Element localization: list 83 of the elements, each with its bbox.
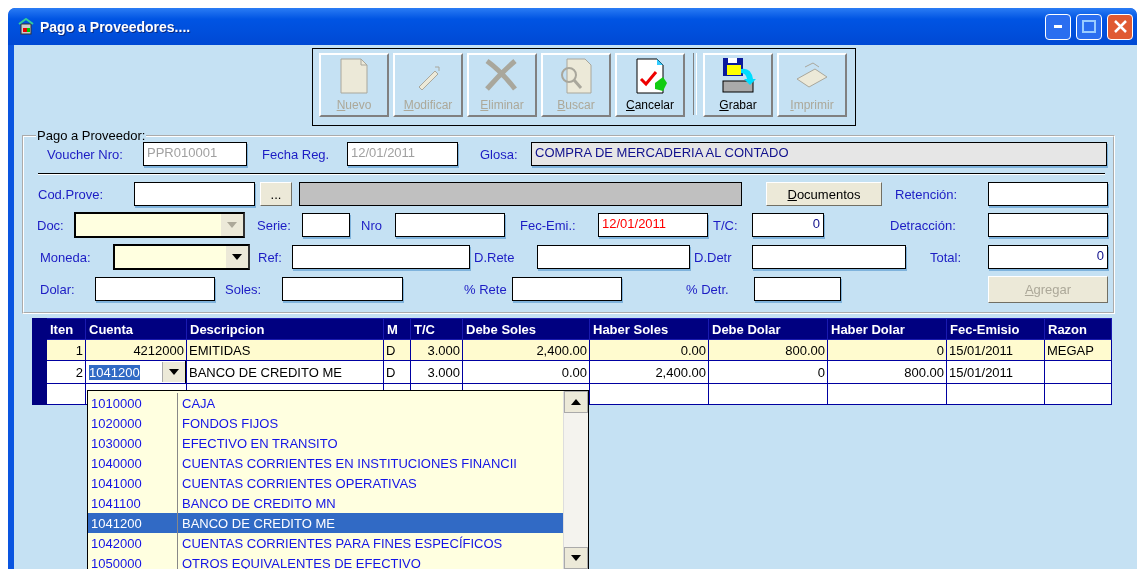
input-field[interactable] xyxy=(395,213,505,237)
dropdown-field[interactable] xyxy=(113,244,250,270)
input-field[interactable] xyxy=(302,213,350,237)
field-label: Total: xyxy=(930,249,963,265)
toolbar-button[interactable]: Cancelar xyxy=(615,53,685,117)
field-label: Fec-Emi.: xyxy=(520,217,577,233)
column-header[interactable]: M xyxy=(383,318,411,340)
caret-icon xyxy=(232,254,242,260)
close-icon xyxy=(1113,20,1127,33)
field-label: Ref: xyxy=(258,249,283,265)
column-header[interactable]: T/C xyxy=(410,318,463,340)
app-icon xyxy=(18,18,34,35)
field-label: Glosa: xyxy=(480,146,519,162)
table-cell: 0.00 xyxy=(462,360,590,384)
field-label: Cod.Prove: xyxy=(38,186,105,202)
list-item[interactable]: 1042000 CUENTAS CORRIENTES PARA FINES ESPECÍFICOS xyxy=(88,533,563,553)
column-header[interactable]: Cuenta xyxy=(85,318,187,340)
table-cell: 800.00 xyxy=(827,360,947,384)
list-item[interactable]: 1030000 EFECTIVO EN TRANSITO xyxy=(88,433,563,453)
list-item[interactable]: 1010000 CAJA xyxy=(88,393,563,413)
grid-row[interactable]: 1 4212000 EMITIDAS D 3.000 2,400.00 0.00 800.00 0 15/01/2011 MEGAP xyxy=(32,339,1112,361)
column-header[interactable]: Iten xyxy=(46,318,86,340)
column-header[interactable]: Fec-Emisio xyxy=(946,318,1045,340)
input-field[interactable] xyxy=(988,182,1108,206)
input-field[interactable]: 0 xyxy=(752,213,824,237)
input-field[interactable] xyxy=(754,277,841,301)
group-title: Pago a Proveedor: xyxy=(36,128,147,143)
field-label: Retención: xyxy=(895,186,959,202)
column-header[interactable]: Haber Dolar xyxy=(827,318,947,340)
input-field[interactable] xyxy=(752,245,906,269)
field-label: Serie: xyxy=(257,217,292,233)
field-label: D.Rete xyxy=(474,249,516,265)
column-header[interactable]: Debe Soles xyxy=(462,318,590,340)
column-header[interactable]: Debe Dolar xyxy=(708,318,828,340)
input-field[interactable] xyxy=(537,245,690,269)
down-arrow-icon xyxy=(571,555,581,561)
toolbar-button[interactable]: Grabar xyxy=(703,53,773,117)
input-field[interactable]: COMPRA DE MERCADERIA AL CONTADO xyxy=(531,142,1107,166)
input-field[interactable] xyxy=(988,213,1108,237)
scrollbar[interactable] xyxy=(563,391,588,569)
column-header[interactable]: Haber Soles xyxy=(589,318,709,340)
grid-row[interactable]: 2 1041200 BANCO DE CREDITO ME D 3.000 0.00 2,400.00 0 800.00 15/01/2011 xyxy=(32,360,1112,384)
caret-icon xyxy=(169,369,179,375)
field-label: Soles: xyxy=(225,281,263,297)
field-label: Doc: xyxy=(37,217,65,233)
close-button[interactable] xyxy=(1107,13,1133,40)
field-label: % Detr. xyxy=(686,281,730,297)
list-item[interactable]: 1041000 CUENTAS CORRIENTES OPERATIVAS xyxy=(88,473,563,493)
field-label: D.Detr xyxy=(694,249,733,265)
field-label: T/C: xyxy=(713,217,739,233)
column-header[interactable]: Descripcion xyxy=(186,318,384,340)
input-field[interactable]: 0 xyxy=(988,245,1108,269)
list-item[interactable]: 1040000 CUENTAS CORRIENTES EN INSTITUCIONES FINANCII xyxy=(88,453,563,473)
table-cell: 0 xyxy=(708,360,828,384)
table-cell: BANCO DE CREDITO ME xyxy=(186,360,384,384)
field-label: % Rete xyxy=(464,281,508,297)
list-item[interactable]: 1020000 FONDOS FIJOS xyxy=(88,413,563,433)
form-button[interactable]: Documentos xyxy=(766,182,882,206)
form-button[interactable]: ... xyxy=(260,182,292,206)
field-label: Moneda: xyxy=(40,249,92,265)
field-label: Fecha Reg. xyxy=(262,146,331,162)
column-header[interactable]: Razon xyxy=(1044,318,1112,340)
floppy-disk-icon xyxy=(719,57,757,95)
table-cell: 2,400.00 xyxy=(589,360,709,384)
input-field[interactable] xyxy=(512,277,622,301)
list-item[interactable]: 1041200 BANCO DE CREDITO ME xyxy=(88,513,563,533)
input-field[interactable] xyxy=(95,277,215,301)
minimize-button[interactable] xyxy=(1045,13,1071,40)
field-label: Nro xyxy=(361,217,383,233)
maximize-button[interactable] xyxy=(1076,13,1102,40)
up-arrow-icon xyxy=(571,399,581,405)
field-label: Dolar: xyxy=(40,281,76,297)
input-field[interactable] xyxy=(134,182,255,206)
input-field[interactable]: 12/01/2011 xyxy=(598,213,708,237)
caret-icon xyxy=(227,222,237,228)
input-field[interactable] xyxy=(282,277,403,301)
window-title: Pago a Proveedores.... xyxy=(40,18,191,35)
maximize-icon xyxy=(1082,20,1096,33)
field-label: Detracción: xyxy=(890,217,957,233)
field-label: Voucher Nro: xyxy=(47,146,124,162)
account-combo[interactable]: 1041200 xyxy=(86,361,186,383)
input-field[interactable] xyxy=(292,245,470,269)
minimize-icon xyxy=(1054,25,1062,28)
